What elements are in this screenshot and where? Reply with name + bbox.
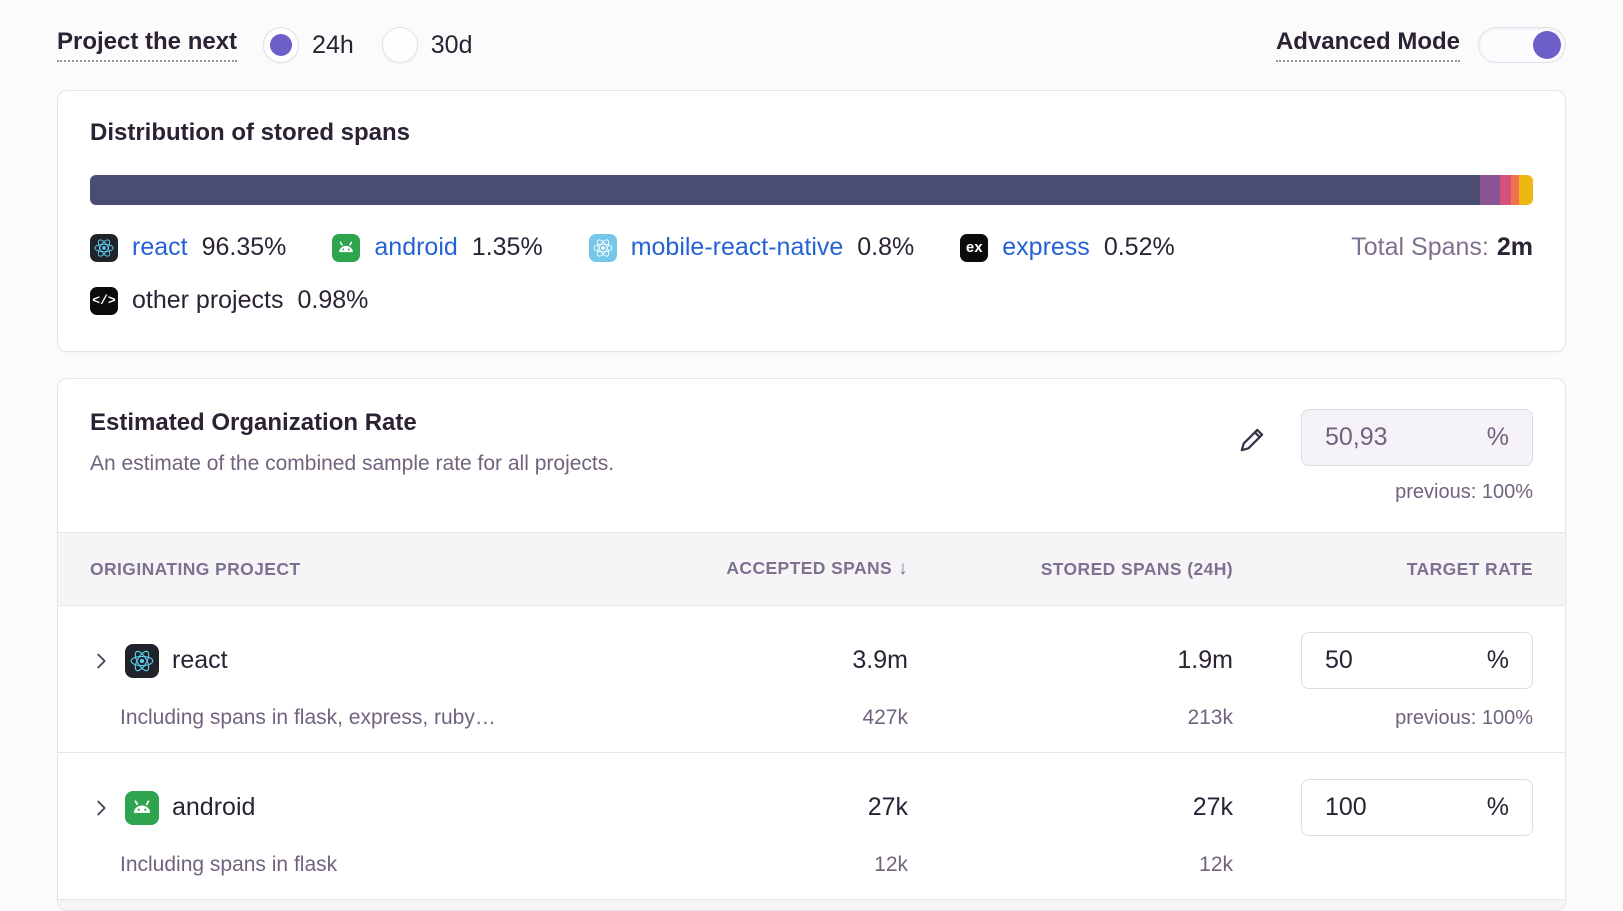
android-icon bbox=[125, 791, 159, 825]
stored-sub-value: 213k bbox=[908, 706, 1233, 730]
organization-rate-card: Estimated Organization Rate An estimate … bbox=[57, 378, 1566, 911]
chevron-right-icon bbox=[90, 797, 112, 819]
react-native-icon bbox=[589, 234, 617, 262]
org-rate-input[interactable] bbox=[1325, 423, 1487, 452]
total-spans-value: 2m bbox=[1497, 233, 1533, 261]
accepted-value: 27k bbox=[658, 793, 908, 822]
table-row-android: android 27k 27k % Including spans in fla… bbox=[58, 753, 1565, 900]
legend-row-2: </> other projects 0.98% bbox=[90, 286, 1533, 315]
legend-link-android: android bbox=[374, 233, 457, 262]
org-rate-unit: % bbox=[1487, 423, 1509, 452]
radio-30d[interactable]: 30d bbox=[382, 27, 473, 63]
rate-card-subtitle: An estimate of the combined sample rate … bbox=[90, 452, 614, 476]
accepted-value: 3.9m bbox=[658, 646, 908, 675]
project-name: android bbox=[172, 793, 255, 822]
android-icon bbox=[332, 234, 360, 262]
legend-item-express[interactable]: ex express 0.52% bbox=[960, 233, 1174, 262]
legend-pct-other-projects: 0.98% bbox=[297, 286, 368, 315]
accepted-sub-value: 12k bbox=[658, 853, 908, 877]
distribution-card: Distribution of stored spans react bbox=[57, 90, 1566, 352]
edit-rate-button[interactable] bbox=[1237, 423, 1269, 458]
bar-segment-android bbox=[1480, 175, 1499, 205]
topbar: Project the next 24h 30d Advanced Mode bbox=[57, 24, 1566, 66]
target-rate-input-react[interactable] bbox=[1325, 646, 1487, 675]
radio-30d-label: 30d bbox=[431, 31, 473, 60]
sort-desc-icon: ↓ bbox=[898, 558, 908, 579]
project-subtext: Including spans in flask, express, ruby… bbox=[90, 706, 658, 730]
legend-link-react: react bbox=[132, 233, 188, 262]
project-subtext: Including spans in flask bbox=[90, 853, 658, 877]
legend-item-mobile-react-native[interactable]: mobile-react-native 0.8% bbox=[589, 233, 915, 262]
radio-24h[interactable]: 24h bbox=[263, 27, 354, 63]
express-icon: ex bbox=[960, 234, 988, 262]
react-icon bbox=[90, 234, 118, 262]
legend-pct-react: 96.35% bbox=[202, 233, 287, 262]
stored-value: 1.9m bbox=[908, 646, 1233, 675]
legend-pct-express: 0.52% bbox=[1104, 233, 1175, 262]
legend-row-1: react 96.35% android 1.35% bbox=[90, 233, 1533, 262]
expand-chevron-react[interactable] bbox=[90, 650, 112, 672]
period-radio-group: 24h 30d bbox=[263, 27, 472, 63]
table-header: Originating Project Accepted Spans↓ Stor… bbox=[58, 532, 1565, 606]
rate-unit: % bbox=[1487, 646, 1509, 675]
advanced-mode-label: Advanced Mode bbox=[1276, 28, 1460, 62]
bar-segment-react bbox=[90, 175, 1480, 205]
target-rate-input-android[interactable] bbox=[1325, 793, 1487, 822]
radio-24h-label: 24h bbox=[312, 31, 354, 60]
col-target-rate: Target Rate bbox=[1233, 559, 1533, 580]
sampling-settings-page: Project the next 24h 30d Advanced Mode D… bbox=[0, 0, 1623, 911]
bar-segment-mobile-react-native bbox=[1500, 175, 1512, 205]
next-row-cutoff bbox=[58, 900, 1565, 910]
legend-item-react[interactable]: react 96.35% bbox=[90, 233, 286, 262]
radio-30d-circle bbox=[382, 27, 418, 63]
legend-label-other-projects: other projects bbox=[132, 286, 283, 315]
org-rate-previous: previous: 100% bbox=[1395, 481, 1533, 504]
org-rate-input-box: % bbox=[1301, 409, 1533, 466]
total-spans-label: Total Spans: bbox=[1351, 233, 1489, 261]
bar-segment-express bbox=[1511, 175, 1519, 205]
legend-pct-mobile-react-native: 0.8% bbox=[857, 233, 914, 262]
code-icon: </> bbox=[90, 287, 118, 315]
stored-spans-bar bbox=[90, 175, 1533, 205]
legend-item-other-projects: </> other projects 0.98% bbox=[90, 286, 368, 315]
target-rate-input-box-android: % bbox=[1301, 779, 1533, 836]
bar-segment-other-projects bbox=[1519, 175, 1533, 205]
legend-link-express: express bbox=[1002, 233, 1090, 262]
table-row-react: react 3.9m 1.9m % Including spans in fla… bbox=[58, 606, 1565, 753]
expand-chevron-android[interactable] bbox=[90, 797, 112, 819]
toggle-knob bbox=[1533, 31, 1561, 59]
rate-card-title: Estimated Organization Rate bbox=[90, 409, 614, 437]
project-name: react bbox=[172, 646, 228, 675]
pencil-icon bbox=[1237, 423, 1269, 455]
rate-previous: previous: 100% bbox=[1233, 707, 1533, 730]
distribution-card-title: Distribution of stored spans bbox=[90, 119, 1533, 147]
react-icon bbox=[125, 644, 159, 678]
legend-item-android[interactable]: android 1.35% bbox=[332, 233, 542, 262]
radio-24h-circle bbox=[263, 27, 299, 63]
total-spans: Total Spans: 2m bbox=[1351, 233, 1533, 262]
project-the-next-label: Project the next bbox=[57, 28, 237, 62]
rate-unit: % bbox=[1487, 793, 1509, 822]
advanced-mode-toggle[interactable] bbox=[1478, 27, 1566, 63]
col-accepted-spans[interactable]: Accepted Spans↓ bbox=[658, 558, 908, 580]
chevron-right-icon bbox=[90, 650, 112, 672]
col-originating-project: Originating Project bbox=[90, 559, 658, 580]
accepted-sub-value: 427k bbox=[658, 706, 908, 730]
stored-value: 27k bbox=[908, 793, 1233, 822]
legend-pct-android: 1.35% bbox=[472, 233, 543, 262]
target-rate-input-box-react: % bbox=[1301, 632, 1533, 689]
legend-link-mobile-react-native: mobile-react-native bbox=[631, 233, 844, 262]
stored-sub-value: 12k bbox=[908, 853, 1233, 877]
col-stored-spans: Stored Spans (24h) bbox=[908, 559, 1233, 580]
